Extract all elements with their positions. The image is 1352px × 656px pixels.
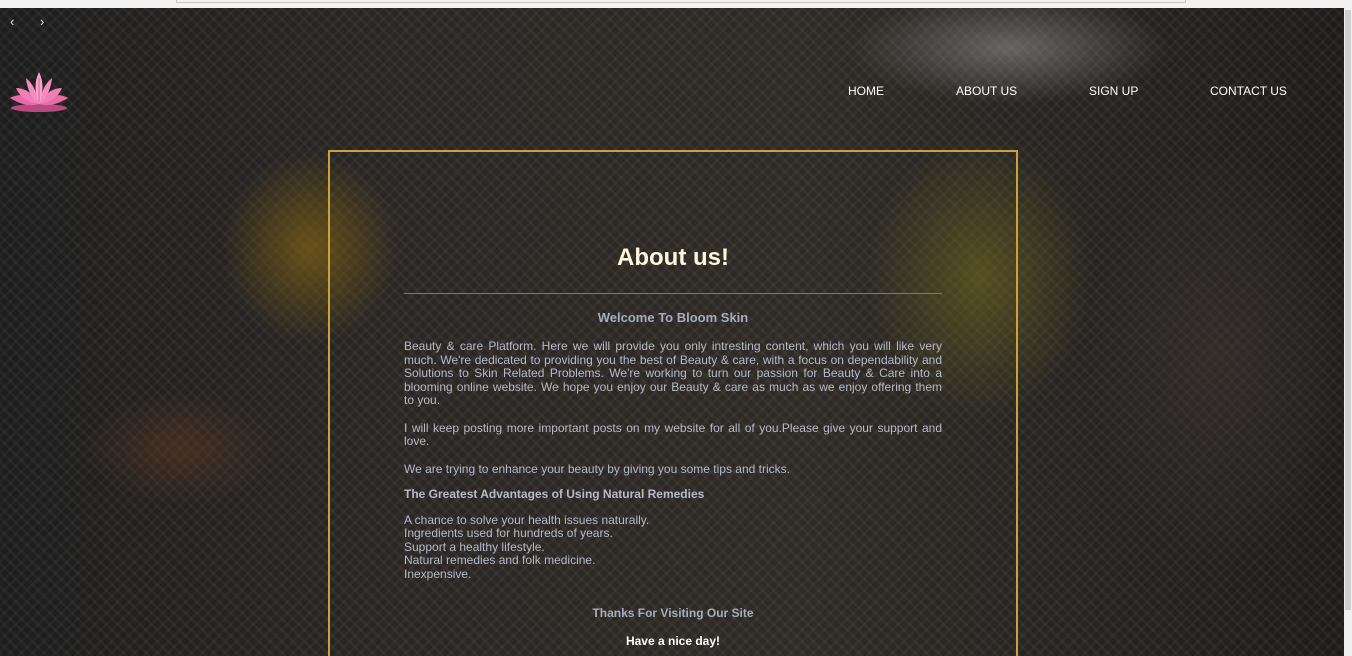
about-content: Beauty & care Platform. Here we will pro… [404,339,942,582]
main-navigation: HOME ABOUT US SIGN UP CONTACT US [0,84,1344,104]
list-item: Ingredients used for hundreds of years. [404,526,613,540]
slider-arrows: ‹ › [10,14,66,29]
intro-paragraph: Beauty & care Platform. Here we will pro… [404,339,942,407]
scrollbar-thumb[interactable] [1345,10,1351,610]
hero-background: ‹ › HOME ABOUT US SIGN UP CONTACT US Abo… [0,8,1344,656]
list-item: Inexpensive. [404,566,472,581]
list-item: Natural remedies and folk medicine. [404,553,596,567]
title-divider [404,293,942,294]
welcome-heading: Welcome To Bloom Skin [597,310,749,325]
next-arrow-icon[interactable]: › [40,14,44,29]
page-title: About us! [617,244,729,271]
nav-sign-up[interactable]: SIGN UP [1089,84,1138,98]
list-item: Support a healthy lifestyle. [404,539,545,554]
advantages-list: A chance to solve your health issues nat… [404,512,942,582]
support-paragraph: I will keep posting more important posts… [404,420,942,448]
address-bar-edge[interactable] [176,0,1186,3]
vertical-scrollbar[interactable] [1344,8,1352,656]
list-item: A chance to solve your health issues nat… [404,512,650,527]
tips-paragraph: We are trying to enhance your beauty by … [404,461,790,476]
closing-text: Have a nice day! [625,634,721,648]
about-section: About us! Welcome To Bloom Skin Beauty &… [328,150,1018,656]
browser-top-strip [0,0,1352,8]
nav-about-us[interactable]: ABOUT US [956,84,1017,98]
advantages-heading: The Greatest Advantages of Using Natural… [404,487,705,501]
previous-arrow-icon[interactable]: ‹ [10,14,14,29]
thanks-heading: Thanks For Visiting Our Site [592,606,754,620]
nav-home[interactable]: HOME [848,84,884,98]
nav-contact-us[interactable]: CONTACT US [1210,84,1287,98]
